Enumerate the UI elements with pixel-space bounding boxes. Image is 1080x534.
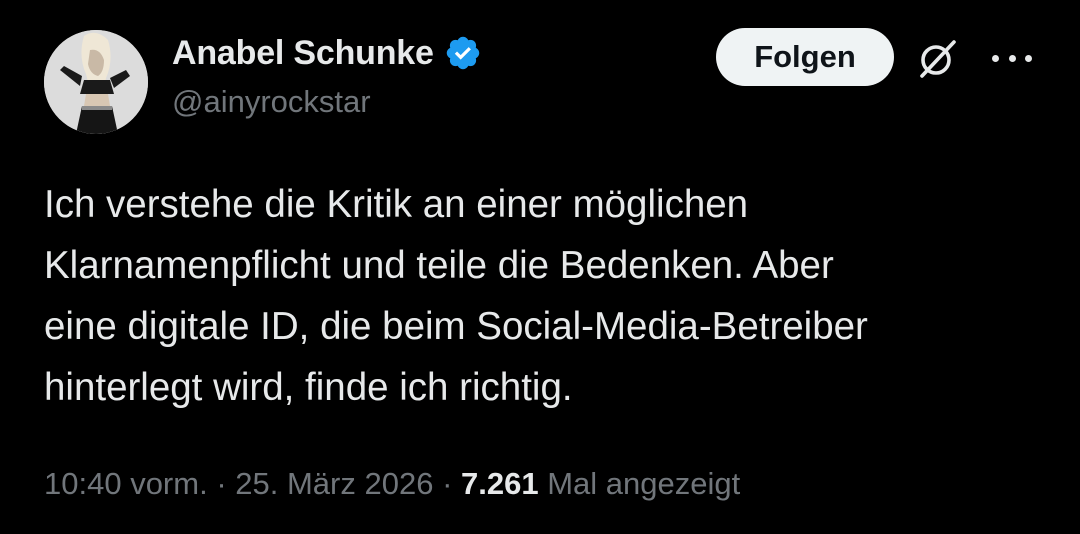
tweet-card: Anabel Schunke @ainyrockstar Folgen Ich … [0, 0, 1080, 534]
author-handle[interactable]: @ainyrockstar [172, 84, 371, 120]
author-display-name[interactable]: Anabel Schunke [172, 34, 434, 73]
avatar[interactable] [44, 30, 148, 134]
grok-icon[interactable] [916, 38, 958, 80]
views-count: 7.261 [461, 466, 539, 501]
tweet-text-line: eine digitale ID, die beim Social-Media-… [44, 305, 868, 348]
follow-button[interactable]: Folgen [716, 28, 894, 86]
tweet-text-line: Ich verstehe die Kritik an einer möglich… [44, 183, 749, 226]
more-dot [1025, 54, 1032, 62]
meta-separator: · [216, 466, 227, 501]
more-horizontal-icon[interactable] [992, 46, 1032, 70]
tweet-text-line: Klarnamenpflicht und teile die Bedenken.… [44, 244, 834, 287]
more-dot [992, 54, 999, 62]
tweet-date[interactable]: 25. März 2026 [235, 466, 433, 501]
verified-badge-icon[interactable] [444, 34, 482, 72]
avatar-photo [44, 30, 148, 134]
tweet-text: Ich verstehe die Kritik an einer möglich… [44, 174, 1044, 418]
more-dot [1008, 54, 1016, 62]
views-label: Mal angezeigt [547, 466, 741, 501]
meta-separator: · [442, 466, 453, 501]
tweet-meta: 10:40 vorm. · 25. März 2026 · 7.261 Mal … [44, 466, 740, 502]
tweet-text-line: hinterlegt wird, finde ich richtig. [44, 366, 573, 409]
tweet-time[interactable]: 10:40 vorm. [44, 466, 208, 501]
author-name-row: Anabel Schunke [172, 30, 482, 76]
